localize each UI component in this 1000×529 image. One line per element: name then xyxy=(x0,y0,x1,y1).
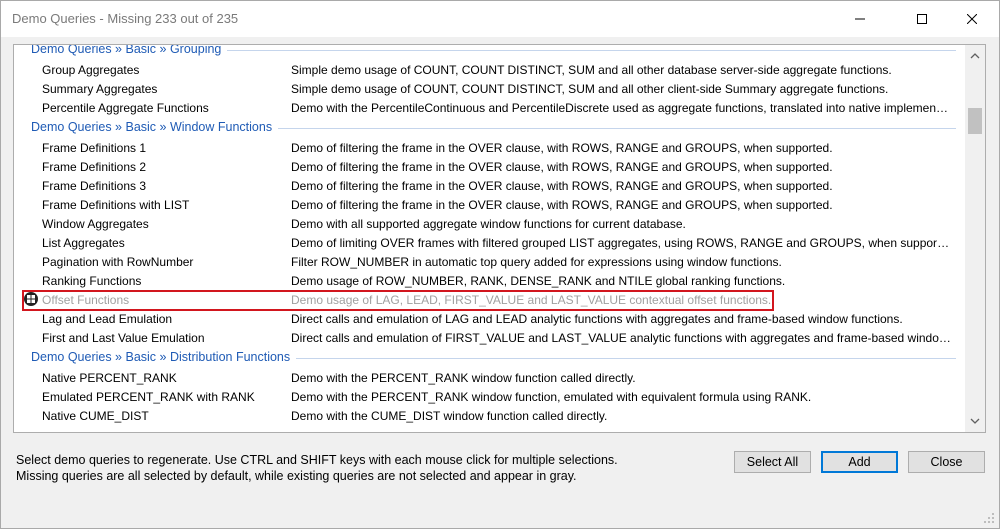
query-description: Demo with the PercentileContinuous and P… xyxy=(291,101,951,115)
query-description: Simple demo usage of COUNT, COUNT DISTIN… xyxy=(291,82,889,96)
list-item[interactable]: Window Aggregates Demo with all supported… xyxy=(14,214,964,233)
scroll-up-icon[interactable] xyxy=(965,47,985,65)
query-description: Direct calls and emulation of FIRST_VALU… xyxy=(291,331,951,345)
query-name: Lag and Lead Emulation xyxy=(42,312,173,326)
maximize-button[interactable] xyxy=(899,1,945,37)
resize-grip-icon[interactable] xyxy=(983,512,995,524)
query-description: Demo usage of LAG, LEAD, FIRST_VALUE and… xyxy=(291,293,772,307)
list-item[interactable]: Pagination with RowNumber Filter ROW_NUMB… xyxy=(14,252,964,271)
group-header-label: Demo Queries » Basic » Distribution Func… xyxy=(31,350,291,364)
group-header-divider xyxy=(296,358,956,359)
query-description: Demo with all supported aggregate window… xyxy=(291,217,686,231)
query-name: Ranking Functions xyxy=(42,274,142,288)
query-name: Emulated PERCENT_RANK with RANK xyxy=(42,390,255,404)
list-item[interactable]: Frame Definitions 3 Demo of filtering the… xyxy=(14,176,964,195)
list-item[interactable]: Offset Functions Demo usage of LAG, LEAD,… xyxy=(14,290,964,311)
query-name: Pagination with RowNumber xyxy=(42,255,194,269)
list-item[interactable]: List Aggregates Demo of limiting OVER fra… xyxy=(14,233,964,252)
add-button[interactable]: Add xyxy=(821,451,898,473)
maximize-icon xyxy=(917,14,927,24)
vertical-scrollbar[interactable] xyxy=(965,45,985,432)
close-window-button[interactable] xyxy=(949,1,995,37)
query-name: Frame Definitions 1 xyxy=(42,141,147,155)
query-name: Frame Definitions 3 xyxy=(42,179,147,193)
list-item[interactable]: Native PERCENT_RANK Demo with the PERCENT… xyxy=(14,368,964,387)
query-name: Frame Definitions with LIST xyxy=(42,198,190,212)
query-name: Window Aggregates xyxy=(42,217,149,231)
group-header-divider xyxy=(227,50,956,51)
group-header-label: Demo Queries » Basic » Grouping xyxy=(31,44,222,56)
query-name: List Aggregates xyxy=(42,236,125,250)
scrollbar-thumb[interactable] xyxy=(968,108,982,134)
minimize-icon xyxy=(855,18,865,20)
list-item[interactable]: Percentile Aggregate Functions Demo with … xyxy=(14,98,964,117)
query-description: Demo with the PERCENT_RANK window functi… xyxy=(291,371,636,385)
query-description: Demo of limiting OVER frames with filter… xyxy=(291,236,951,250)
query-name: Group Aggregates xyxy=(42,63,140,77)
list-item[interactable]: Summary Aggregates Simple demo usage of C… xyxy=(14,79,964,98)
group-header: Demo Queries » Basic » Window Functions xyxy=(14,117,964,138)
query-description: Simple demo usage of COUNT, COUNT DISTIN… xyxy=(291,63,892,77)
group-header-label: Demo Queries » Basic » Window Functions xyxy=(31,120,273,134)
windows-icon xyxy=(24,292,38,306)
group-header: Demo Queries » Basic » Grouping xyxy=(14,44,964,60)
list-item[interactable]: Frame Definitions 2 Demo of filtering the… xyxy=(14,157,964,176)
list-item[interactable]: First and Last Value Emulation Direct cal… xyxy=(14,328,964,347)
query-description: Demo with the PERCENT_RANK window functi… xyxy=(291,390,812,404)
query-name: First and Last Value Emulation xyxy=(42,331,205,345)
instructions-text: Select demo queries to regenerate. Use C… xyxy=(16,452,618,484)
query-name: Offset Functions xyxy=(42,293,130,307)
query-name: Summary Aggregates xyxy=(42,82,158,96)
scroll-down-icon[interactable] xyxy=(965,412,985,430)
window-title: Demo Queries - Missing 233 out of 235 xyxy=(12,11,239,26)
group-header-divider xyxy=(278,128,956,129)
list-item[interactable]: Native CUME_DIST Demo with the CUME_DIST … xyxy=(14,406,964,425)
list-item[interactable]: Lag and Lead Emulation Direct calls and e… xyxy=(14,309,964,328)
group-header: Demo Queries » Basic » Distribution Func… xyxy=(14,347,964,368)
query-description: Demo usage of ROW_NUMBER, RANK, DENSE_RA… xyxy=(291,274,786,288)
query-description: Demo of filtering the frame in the OVER … xyxy=(291,141,833,155)
list-item[interactable]: Frame Definitions with LIST Demo of filte… xyxy=(14,195,964,214)
query-name: Percentile Aggregate Functions xyxy=(42,101,209,115)
query-description: Demo of filtering the frame in the OVER … xyxy=(291,198,833,212)
close-icon xyxy=(967,14,977,24)
demo-queries-window: Demo Queries - Missing 233 out of 235 De… xyxy=(0,0,1000,529)
query-description: Demo of filtering the frame in the OVER … xyxy=(291,179,833,193)
list-item[interactable]: Frame Definitions 1 Demo of filtering the… xyxy=(14,138,964,157)
query-name: Frame Definitions 2 xyxy=(42,160,147,174)
query-name: Native PERCENT_RANK xyxy=(42,371,177,385)
query-name: Native CUME_DIST xyxy=(42,409,149,423)
query-description: Demo of filtering the frame in the OVER … xyxy=(291,160,833,174)
list-item[interactable]: Ranking Functions Demo usage of ROW_NUMBE… xyxy=(14,271,964,290)
list-item[interactable]: Emulated PERCENT_RANK with RANK Demo with… xyxy=(14,387,964,406)
list-item[interactable]: Group Aggregates Simple demo usage of COU… xyxy=(14,60,964,79)
close-button[interactable]: Close xyxy=(908,451,985,473)
demo-queries-list[interactable]: Demo Queries » Basic » Grouping Group Agg… xyxy=(13,44,986,433)
instructions-line-2: Missing queries are all selected by defa… xyxy=(16,469,577,483)
select-all-button[interactable]: Select All xyxy=(734,451,811,473)
list-rows: Demo Queries » Basic » Grouping Group Agg… xyxy=(14,44,964,425)
query-description: Filter ROW_NUMBER in automatic top query… xyxy=(291,255,782,269)
query-description: Direct calls and emulation of LAG and LE… xyxy=(291,312,903,326)
minimize-button[interactable] xyxy=(837,1,883,37)
instructions-line-1: Select demo queries to regenerate. Use C… xyxy=(16,453,618,467)
query-description: Demo with the CUME_DIST window function … xyxy=(291,409,608,423)
title-bar: Demo Queries - Missing 233 out of 235 xyxy=(1,1,999,37)
